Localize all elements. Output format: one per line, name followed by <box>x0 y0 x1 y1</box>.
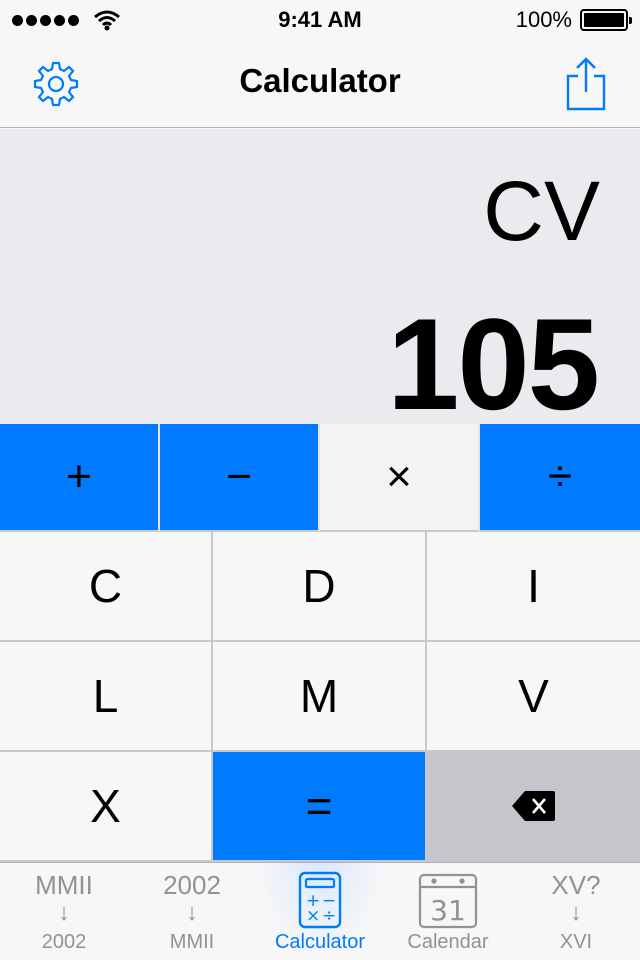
tab-calendar[interactable]: 31 Calendar <box>384 863 512 960</box>
tab-label: XVI <box>559 931 593 953</box>
svg-text:×: × <box>306 906 320 926</box>
backspace-icon <box>511 791 555 821</box>
svg-text:31: 31 <box>430 894 466 927</box>
tab-label: 2002 <box>41 931 87 953</box>
operator-row: + − × ÷ <box>0 424 640 532</box>
numeral-keypad: C D I L M V X = <box>0 532 640 862</box>
tab-top-text: XV? <box>551 870 601 900</box>
tab-calculator[interactable]: + − × ÷ Calculator <box>256 863 384 960</box>
svg-text:÷: ÷ <box>322 906 336 926</box>
share-icon <box>566 57 606 111</box>
arabic-number-readout: 105 <box>387 291 600 437</box>
divide-button[interactable]: ÷ <box>480 424 640 532</box>
tab-arabic-to-roman[interactable]: 2002 ↓ MMII <box>128 863 256 960</box>
navigation-bar: Calculator <box>0 40 640 128</box>
status-bar: 9:41 AM 100% <box>0 0 640 40</box>
down-arrow-icon: ↓ <box>186 899 198 926</box>
signal-strength-icon <box>12 14 79 26</box>
plus-button[interactable]: + <box>0 424 160 532</box>
key-c[interactable]: C <box>0 532 213 642</box>
key-m[interactable]: M <box>213 642 427 752</box>
tab-bar: MMII ↓ 2002 2002 ↓ MMII + − × ÷ Calculat… <box>0 862 640 960</box>
tab-roman-to-arabic[interactable]: MMII ↓ 2002 <box>0 863 128 960</box>
multiply-button[interactable]: × <box>320 424 480 532</box>
status-right: 100% <box>515 7 632 33</box>
status-left <box>12 9 121 31</box>
battery-percent: 100% <box>515 7 572 32</box>
roman-numeral-readout: CV <box>483 164 600 258</box>
equals-button[interactable]: = <box>213 752 427 862</box>
minus-button[interactable]: − <box>160 424 320 532</box>
key-i[interactable]: I <box>427 532 640 642</box>
down-arrow-icon: ↓ <box>570 899 582 926</box>
down-arrow-icon: ↓ <box>58 899 70 926</box>
page-title: Calculator <box>239 62 401 99</box>
key-x[interactable]: X <box>0 752 213 862</box>
tab-top-text: MMII <box>35 870 93 900</box>
backspace-button[interactable] <box>427 752 640 862</box>
tab-guess-numeral[interactable]: XV? ↓ XVI <box>512 863 640 960</box>
tab-label: Calendar <box>407 931 489 953</box>
tab-label: MMII <box>169 931 215 953</box>
key-v[interactable]: V <box>427 642 640 752</box>
key-l[interactable]: L <box>0 642 213 752</box>
wifi-icon <box>94 10 120 31</box>
result-display: CV 105 <box>0 129 640 429</box>
calendar-icon: 31 <box>418 873 478 929</box>
share-button[interactable] <box>558 56 614 112</box>
key-d[interactable]: D <box>213 532 427 642</box>
tab-label: Calculator <box>274 931 366 953</box>
battery-icon <box>580 9 632 31</box>
tab-top-text: 2002 <box>163 870 221 900</box>
calculator-icon: + − × ÷ <box>298 871 342 929</box>
